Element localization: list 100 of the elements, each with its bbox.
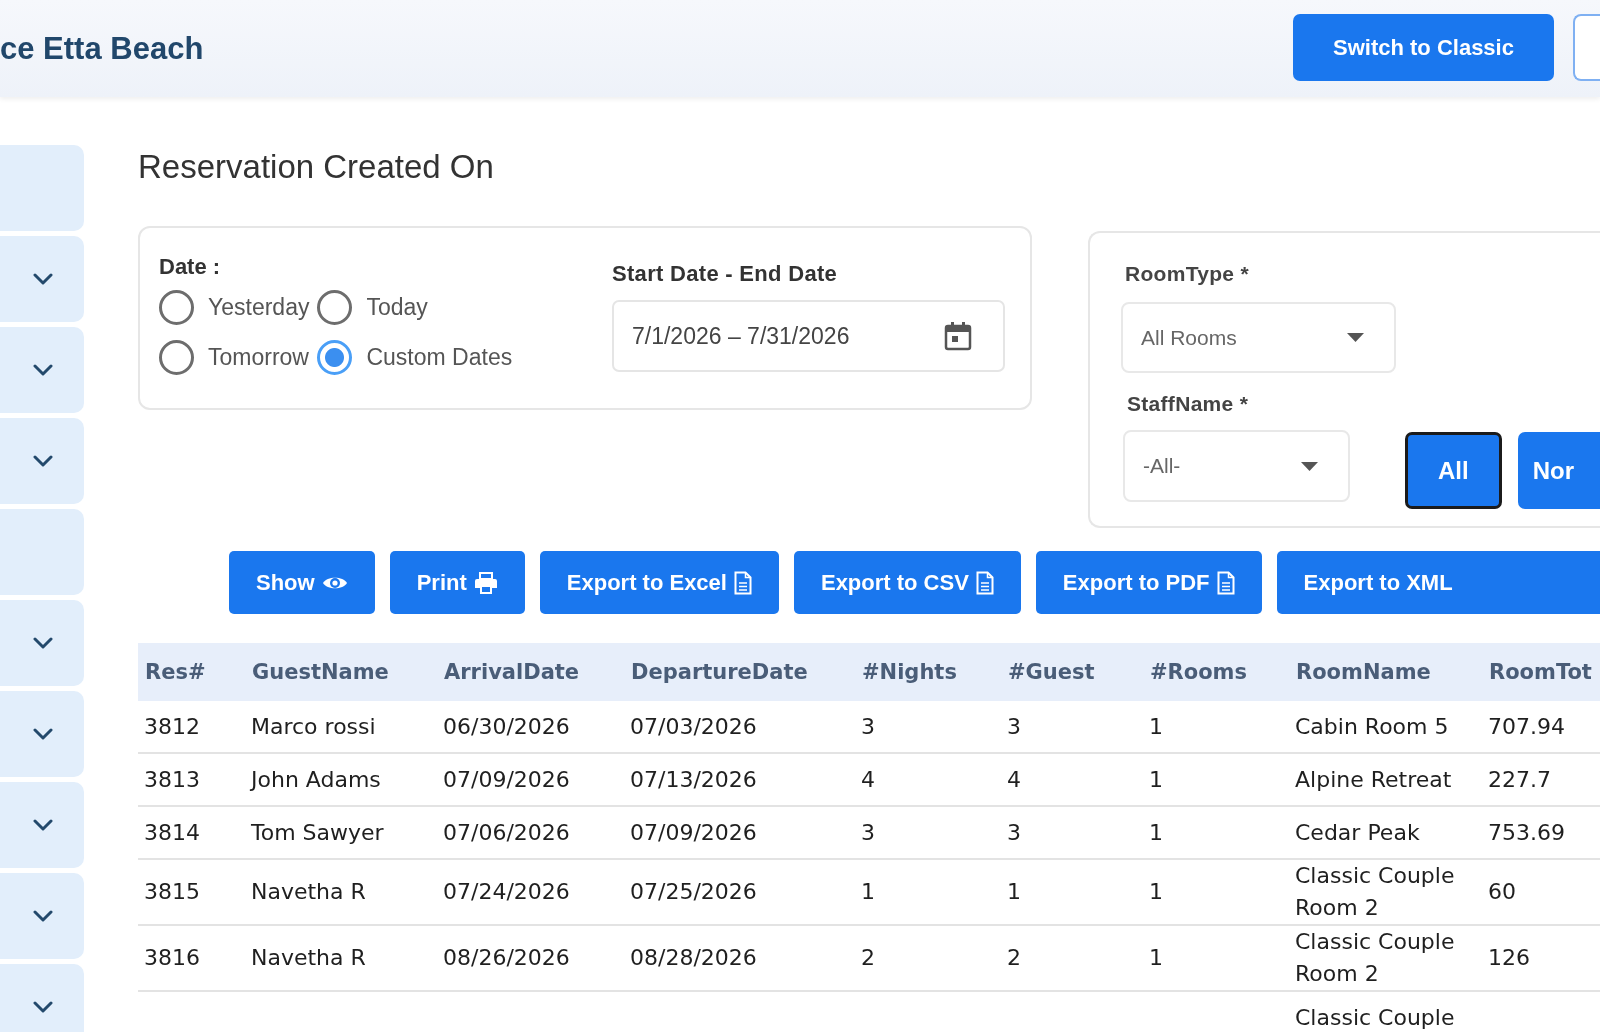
radio-label[interactable]: Custom Dates <box>366 343 513 371</box>
sidebar-item[interactable] <box>0 964 84 1032</box>
table-cell: 3815 <box>138 859 245 925</box>
caret-down-icon <box>1347 333 1364 342</box>
sidebar-item[interactable] <box>0 145 84 231</box>
table-cell: Classic Couple Room 2 <box>1289 859 1482 925</box>
toggle-button[interactable]: Nor <box>1517 432 1600 509</box>
table-cell: 1 <box>1143 859 1289 925</box>
table-cell: 1 <box>1143 701 1289 753</box>
date-range-label: Start Date - End Date <box>612 261 838 287</box>
table-cell: 126 <box>1482 925 1600 991</box>
column-header: RoomName <box>1289 643 1482 701</box>
chevron-down-icon <box>33 728 53 740</box>
radio-button[interactable] <box>159 289 194 325</box>
header-button[interactable]: Switch to Classic <box>1293 14 1554 81</box>
header-button[interactable] <box>1573 14 1600 81</box>
table-cell: Navetha R <box>245 925 437 991</box>
radio-button[interactable] <box>317 339 353 375</box>
table-cell: 06/30/2026 <box>437 701 624 753</box>
table-cell: 227.7 <box>1482 753 1600 806</box>
column-header: #Rooms <box>1143 643 1289 701</box>
sidebar-item[interactable] <box>0 873 84 959</box>
action-button[interactable]: Show <box>229 551 375 614</box>
table-cell: 3816 <box>138 925 245 991</box>
table-cell: 07/09/2026 <box>437 753 624 806</box>
printer-icon <box>473 571 498 594</box>
sidebar-item[interactable] <box>0 691 84 777</box>
sidebar-item[interactable] <box>0 782 84 868</box>
column-header: DepartureDate <box>624 643 855 701</box>
table-cell: 3 <box>1001 806 1143 859</box>
table-cell: 2 <box>1001 925 1143 991</box>
dropdown-select[interactable]: All Rooms <box>1121 302 1396 373</box>
chevron-down-icon <box>33 273 53 285</box>
table-cell: 1 <box>1143 806 1289 859</box>
table-cell: 07/13/2026 <box>624 753 855 806</box>
chevron-down-icon <box>33 637 53 649</box>
sidebar-item[interactable] <box>0 327 84 413</box>
action-button[interactable]: Print <box>389 551 525 614</box>
column-header: GuestName <box>245 643 437 701</box>
table-cell: 07/03/2026 <box>624 701 855 753</box>
document-icon <box>1216 570 1235 595</box>
table-cell: Navetha R <box>245 859 437 925</box>
sidebar-item[interactable] <box>0 600 84 686</box>
table-cell: 07/25/2026 <box>624 859 855 925</box>
radio-label[interactable]: Tomorrow <box>208 343 309 371</box>
action-button[interactable]: Export to CSV <box>793 551 1021 614</box>
table-cell: 3 <box>1001 701 1143 753</box>
date-range-field[interactable]: 7/1/2026 – 7/31/2026 <box>612 300 1005 372</box>
page-title: Reservation Created On <box>138 148 494 186</box>
table-cell: 707.94 <box>1482 701 1600 753</box>
table-cell: Classic Couple <box>1289 991 1482 1032</box>
table-cell: 1 <box>1001 859 1143 925</box>
document-icon <box>975 570 994 595</box>
table-cell: 753.69 <box>1482 806 1600 859</box>
table-cell: 07/09/2026 <box>624 806 855 859</box>
table-cell: Tom Sawyer <box>245 806 437 859</box>
radio-button[interactable] <box>159 339 194 375</box>
table-cell: Cedar Peak <box>1289 806 1482 859</box>
table-cell: 08/28/2026 <box>624 925 855 991</box>
table-cell: Classic Couple Room 2 <box>1289 925 1482 991</box>
chevron-down-icon <box>33 819 53 831</box>
field-label: StaffName * <box>1127 392 1249 416</box>
column-header: ArrivalDate <box>437 643 624 701</box>
sidebar-item[interactable] <box>0 418 84 504</box>
toggle-button[interactable]: All <box>1405 432 1502 509</box>
radio-label[interactable]: Today <box>366 293 428 321</box>
table-cell: Marco rossi <box>245 701 437 753</box>
field-label: RoomType * <box>1125 262 1249 286</box>
sidebar-item[interactable] <box>0 509 84 595</box>
table-cell: 3 <box>855 701 1001 753</box>
document-icon <box>733 570 752 595</box>
dropdown-select[interactable]: -All- <box>1123 430 1350 502</box>
column-header: RoomTot <box>1482 643 1600 701</box>
column-header: #Nights <box>855 643 1001 701</box>
table-cell: 07/06/2026 <box>437 806 624 859</box>
table-cell: 3 <box>855 806 1001 859</box>
action-button[interactable]: Export to Excel <box>539 551 779 614</box>
header-title: ce Etta Beach <box>0 31 204 67</box>
chevron-down-icon <box>33 1001 53 1013</box>
calendar-icon <box>944 321 972 351</box>
date-label: Date : <box>159 254 221 280</box>
radio-label[interactable]: Yesterday <box>208 293 310 321</box>
table-cell: John Adams <box>245 753 437 806</box>
chevron-down-icon <box>33 910 53 922</box>
radio-button[interactable] <box>317 289 353 325</box>
table-cell: 1 <box>1143 925 1289 991</box>
column-header: #Guest <box>1001 643 1143 701</box>
sidebar-item[interactable] <box>0 236 84 322</box>
column-header: Res# <box>138 643 245 701</box>
table-cell: 08/26/2026 <box>437 925 624 991</box>
table-cell: 3814 <box>138 806 245 859</box>
table-cell: Cabin Room 5 <box>1289 701 1482 753</box>
table-cell: 4 <box>1001 753 1143 806</box>
chevron-down-icon <box>33 455 53 467</box>
chevron-down-icon <box>33 364 53 376</box>
table-cell: 07/24/2026 <box>437 859 624 925</box>
action-button[interactable]: Export to PDF <box>1035 551 1262 614</box>
table-cell: 1 <box>1143 753 1289 806</box>
table-cell: 1 <box>855 859 1001 925</box>
table-cell: 60 <box>1482 859 1600 925</box>
